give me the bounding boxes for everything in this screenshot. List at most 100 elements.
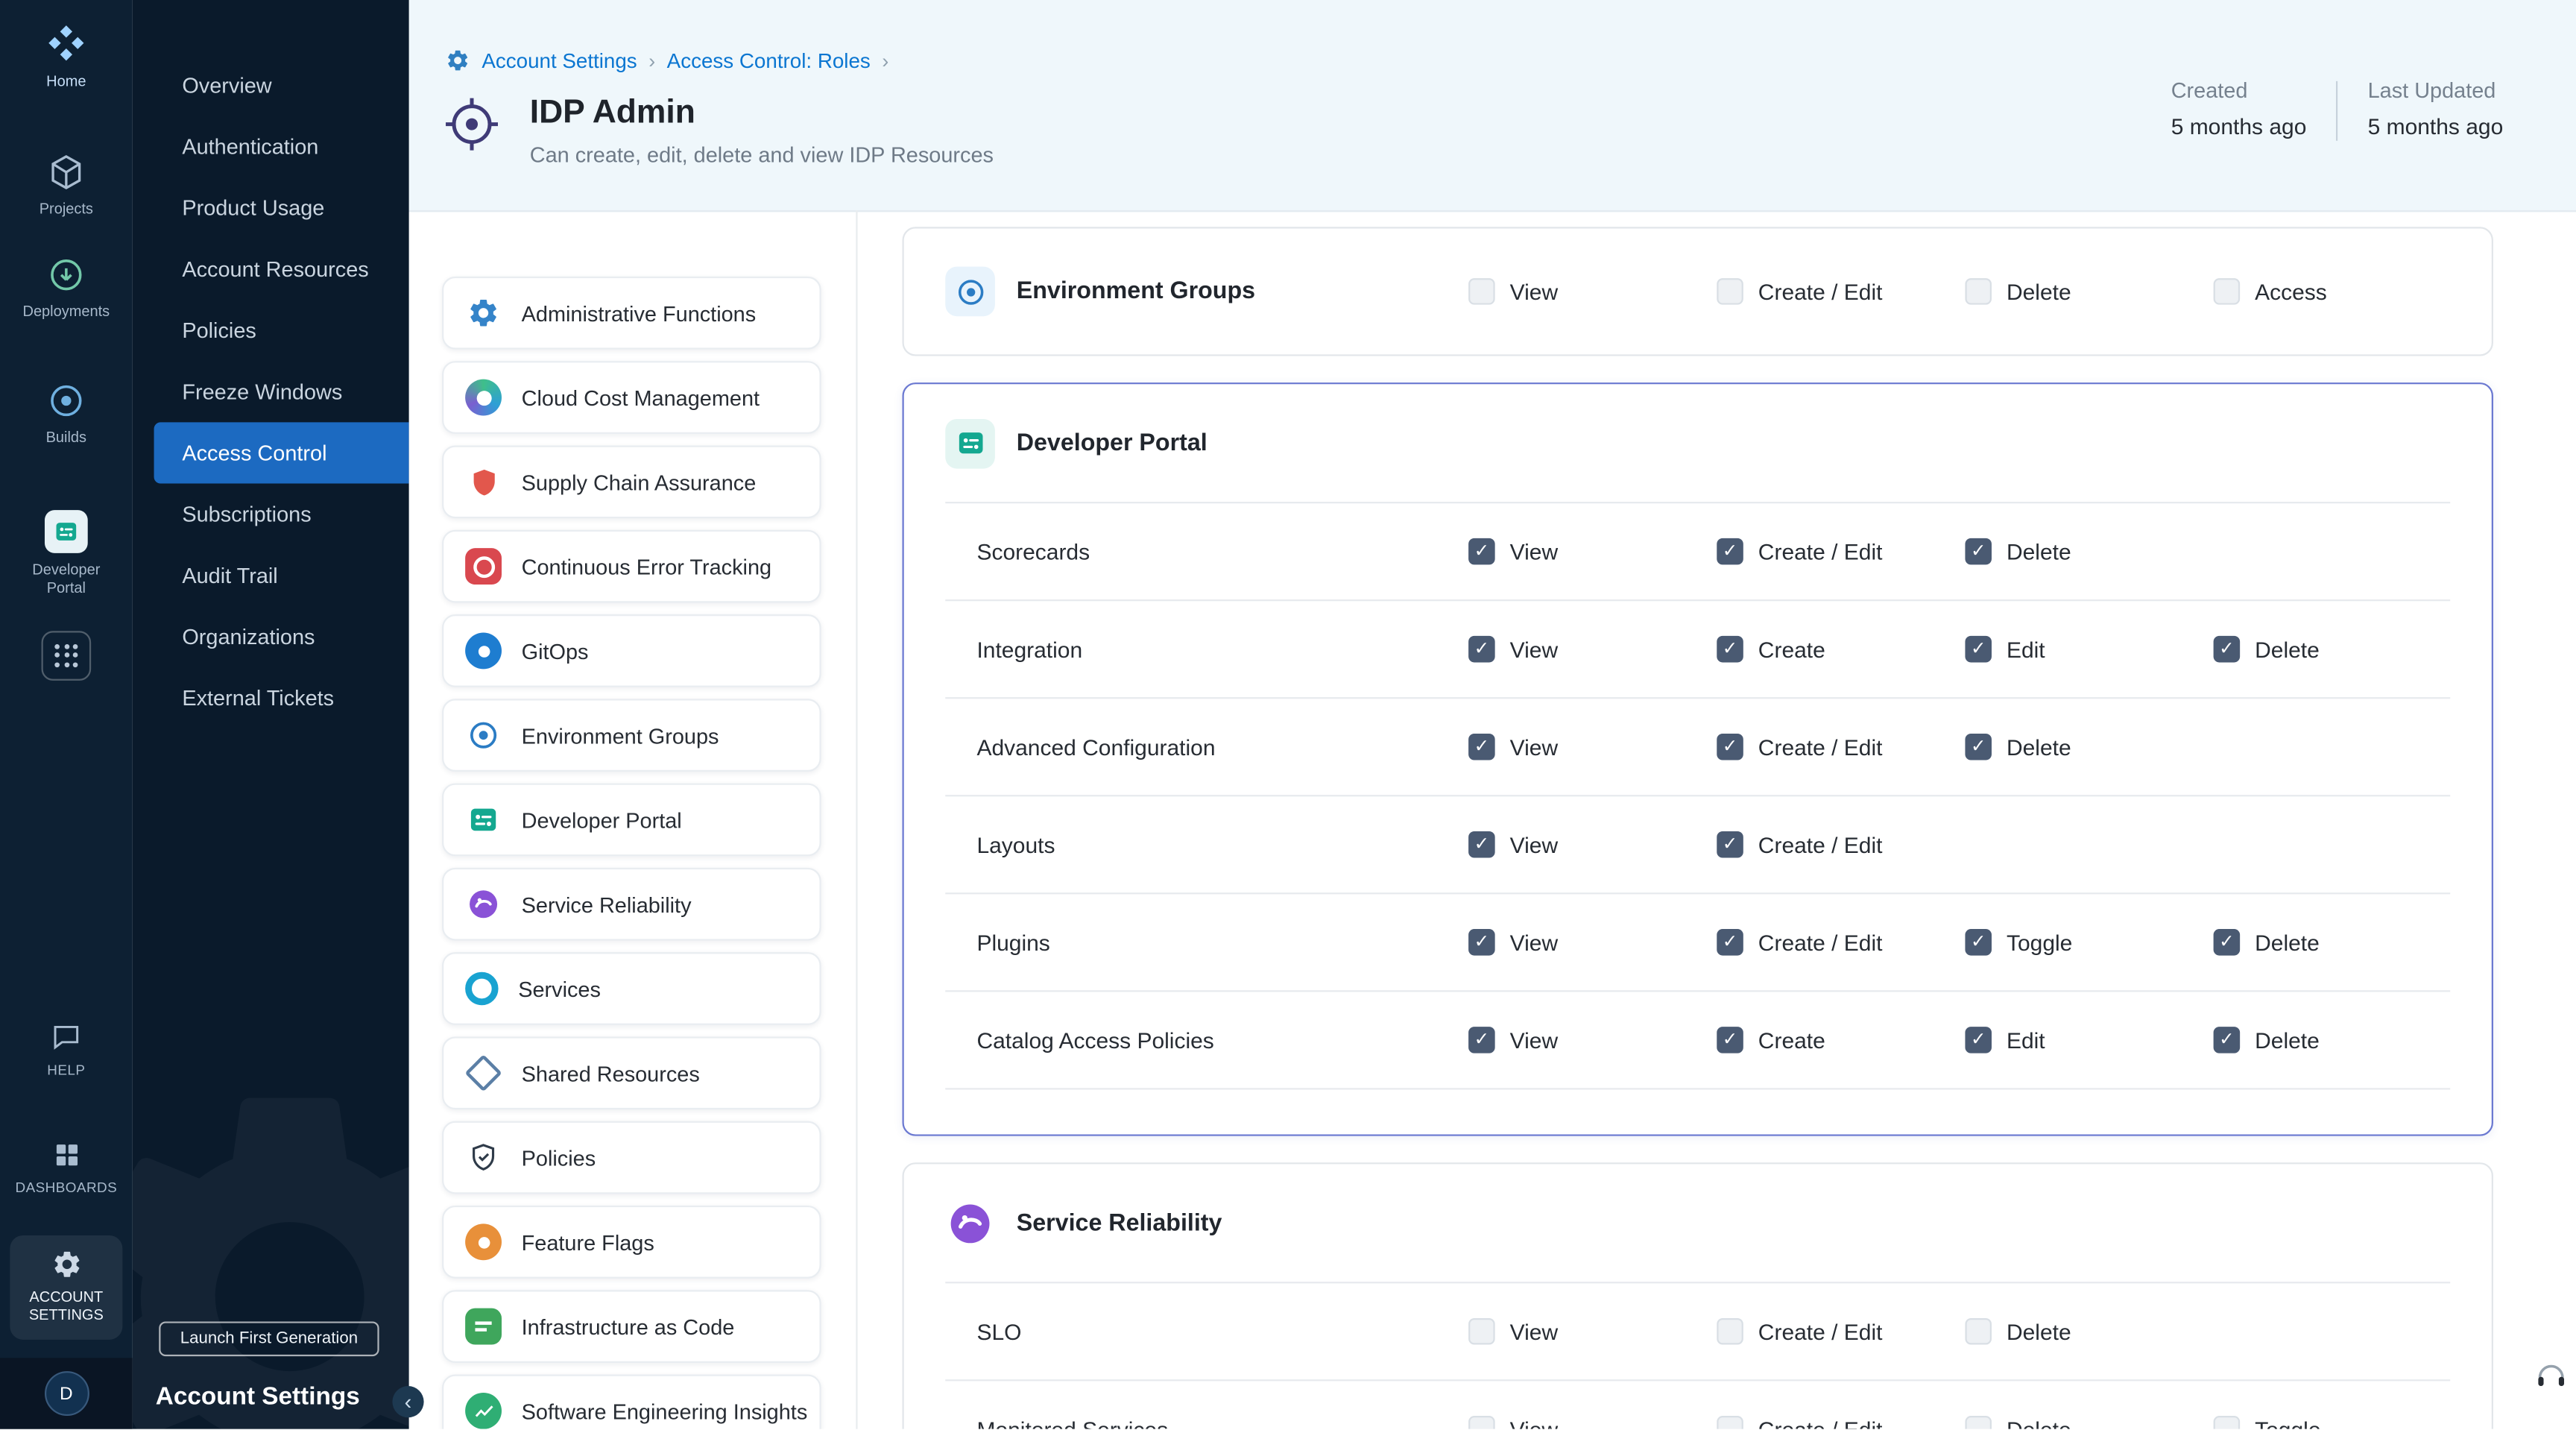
sidebar-item-authentication[interactable]: Authentication [133,116,409,177]
create-checkbox[interactable] [1717,1027,1743,1053]
permission-create-edit: Create / Edit [1717,538,1965,565]
permission-label: Edit [2007,1027,2045,1052]
error-tracking-icon [465,548,502,585]
resource-item-service-reliability[interactable]: Service Reliability [442,868,821,941]
permission-create-edit: Create / Edit [1717,1318,1965,1345]
view-checkbox[interactable] [1468,831,1495,858]
view-checkbox[interactable] [1468,734,1495,760]
delete-checkbox[interactable] [2214,929,2241,956]
permission-view: View [1468,1416,1717,1429]
sidebar-item-audit-trail[interactable]: Audit Trail [133,545,409,606]
sidebar-item-freeze-windows[interactable]: Freeze Windows [133,361,409,422]
headset-icon[interactable] [2533,1358,2569,1394]
permission-label: View [1510,1027,1558,1052]
nav-account-settings[interactable]: ACCOUNT SETTINGS [10,1235,122,1339]
create-edit-checkbox[interactable] [1717,734,1743,760]
collapse-sidebar-button[interactable]: ‹ [392,1386,423,1417]
create-edit-checkbox[interactable] [1717,831,1743,858]
permission-row-advanced-configuration: Advanced Configuration View Create / Edi… [945,699,2450,796]
developer-portal-icon [45,511,88,554]
resource-label: Supply Chain Assurance [522,470,757,494]
resource-item-services[interactable]: Services [442,952,821,1025]
create-edit-checkbox[interactable] [1717,278,1743,305]
nav-help[interactable]: HELP [0,1020,133,1078]
permission-delete: Delete [2214,1027,2462,1053]
delete-checkbox[interactable] [1965,278,1992,305]
sidebar-item-overview[interactable]: Overview [133,54,409,116]
toggle-checkbox[interactable] [1965,929,1992,956]
resource-item-administrative-functions[interactable]: Administrative Functions [442,277,821,350]
sidebar-item-product-usage[interactable]: Product Usage [133,177,409,239]
resource-item-supply-chain-assurance[interactable]: Supply Chain Assurance [442,445,821,518]
projects-cube-icon [46,152,86,192]
delete-checkbox[interactable] [1965,734,1992,760]
permission-view: View [1468,929,1717,956]
view-checkbox[interactable] [1468,278,1495,305]
resource-item-developer-portal[interactable]: Developer Portal [442,784,821,857]
app-root: Home Projects Deployments Builds Develop… [0,0,2576,1429]
create-edit-checkbox[interactable] [1717,1416,1743,1429]
resource-item-feature-flags[interactable]: Feature Flags [442,1206,821,1279]
resource-item-continuous-error-tracking[interactable]: Continuous Error Tracking [442,530,821,603]
sidebar-item-access-control[interactable]: Access Control [154,422,409,483]
permission-label: Create [1758,637,1825,661]
nav-module-grid[interactable] [0,631,133,681]
permission-label: Create / Edit [1758,832,1883,857]
delete-checkbox[interactable] [2214,636,2241,663]
view-checkbox[interactable] [1468,1318,1495,1345]
view-checkbox[interactable] [1468,1027,1495,1053]
view-checkbox[interactable] [1468,636,1495,663]
resource-item-policies[interactable]: Policies [442,1121,821,1194]
resource-item-cloud-cost-management[interactable]: Cloud Cost Management [442,361,821,434]
sidebar-item-organizations[interactable]: Organizations [133,606,409,667]
resource-item-software-engineering-insights[interactable]: Software Engineering Insights [442,1375,821,1429]
nav-deployments[interactable]: Deployments [0,254,133,320]
settings-menu: Overview Authentication Product Usage Ac… [133,0,409,728]
view-checkbox[interactable] [1468,929,1495,956]
nav-projects[interactable]: Projects [0,152,133,218]
create-edit-checkbox[interactable] [1717,538,1743,565]
create-edit-checkbox[interactable] [1717,1318,1743,1345]
launch-first-generation-button[interactable]: Launch First Generation [159,1321,379,1356]
resource-item-environment-groups[interactable]: Environment Groups [442,699,821,772]
permission-create-edit: Create / Edit [1717,278,1965,305]
sidebar-item-policies[interactable]: Policies [133,300,409,361]
resource-item-shared-resources[interactable]: Shared Resources [442,1036,821,1109]
nav-home[interactable]: Home [0,22,133,91]
delete-checkbox[interactable] [1965,1416,1992,1429]
module-rail: Home Projects Deployments Builds Develop… [0,0,133,1429]
delete-checkbox[interactable] [2214,1027,2241,1053]
user-strip: D [0,1358,133,1429]
delete-checkbox[interactable] [1965,1318,1992,1345]
breadcrumb-account-settings[interactable]: Account Settings [482,49,637,72]
permission-label: View [1510,832,1558,857]
create-edit-checkbox[interactable] [1717,929,1743,956]
user-avatar[interactable]: D [44,1371,89,1416]
breadcrumb-access-control-roles[interactable]: Access Control: Roles [667,49,871,72]
view-checkbox[interactable] [1468,1416,1495,1429]
permission-label: View [1510,637,1558,661]
edit-checkbox[interactable] [1965,636,1992,663]
sidebar-item-subscriptions[interactable]: Subscriptions [133,484,409,545]
permission-label: Create / Edit [1758,539,1883,564]
edit-checkbox[interactable] [1965,1027,1992,1053]
delete-checkbox[interactable] [1965,538,1992,565]
permission-row-plugins: Plugins View Create / Edit Toggle [945,894,2450,992]
resource-label: Environment Groups [522,723,719,748]
permission-create: Create [1717,1027,1965,1053]
shared-resources-icon [465,1055,502,1092]
nav-builds[interactable]: Builds [0,382,133,447]
nav-deployments-label: Deployments [23,303,110,321]
resource-item-gitops[interactable]: GitOps [442,614,821,687]
access-checkbox[interactable] [2214,278,2241,305]
nav-developer-portal[interactable]: Developer Portal [0,511,133,598]
toggle-checkbox[interactable] [2214,1416,2241,1429]
sidebar-item-external-tickets[interactable]: External Tickets [133,667,409,728]
sidebar-item-account-resources[interactable]: Account Resources [133,239,409,300]
nav-dashboards[interactable]: DASHBOARDS [0,1139,133,1196]
create-checkbox[interactable] [1717,636,1743,663]
view-checkbox[interactable] [1468,538,1495,565]
permission-label: View [1510,930,1558,954]
role-meta: Created 5 months ago Last Updated 5 mont… [2171,78,2504,140]
resource-item-infrastructure-as-code[interactable]: Infrastructure as Code [442,1290,821,1363]
